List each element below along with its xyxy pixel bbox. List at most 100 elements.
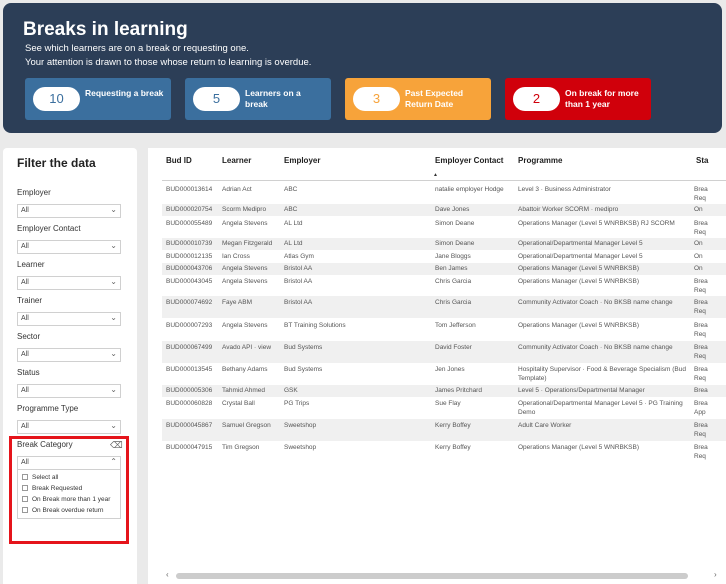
cell-learner: Angela Stevens bbox=[222, 278, 268, 285]
table-row[interactable]: BUD000043045 Angela Stevens Bristol AA C… bbox=[162, 275, 726, 295]
dropdown-value: All bbox=[21, 279, 29, 286]
table-row[interactable]: BUD000043706 Angela Stevens Bristol AA B… bbox=[162, 263, 726, 275]
table-row[interactable]: BUD000010739 Megan Fitzgerald AL Ltd Sim… bbox=[162, 238, 726, 250]
cell-status: Brea Req bbox=[694, 344, 708, 360]
header-banner: Breaks in learning See which learners ar… bbox=[3, 3, 722, 133]
kpi-value: 5 bbox=[193, 87, 240, 111]
filter-employer-contact-dropdown[interactable]: All ⌄ bbox=[17, 240, 121, 254]
filter-label-status: Status bbox=[17, 368, 40, 377]
cell-programme: Community Activator Coach · No BKSB name… bbox=[518, 344, 673, 351]
filter-panel-title: Filter the data bbox=[17, 156, 96, 170]
cell-learner: Faye ABM bbox=[222, 299, 252, 306]
cell-status: On bbox=[694, 206, 703, 213]
page-subtitle-attention: Your attention is drawn to those whose r… bbox=[25, 57, 312, 68]
sort-desc-icon: ▲ bbox=[433, 172, 438, 178]
cell-bud-id: BUD000045867 bbox=[166, 422, 213, 429]
cell-status: On bbox=[694, 253, 703, 260]
kpi-card-break-over-year[interactable]: 2 On break for more than 1 year bbox=[505, 78, 651, 120]
cell-programme: Operations Manager (Level 5 WNRBKSB) bbox=[518, 322, 640, 329]
cell-employer-contact: Tom Jefferson bbox=[435, 322, 476, 329]
dropdown-value: All bbox=[21, 207, 29, 214]
cell-bud-id: BUD000074692 bbox=[166, 299, 213, 306]
column-header-status[interactable]: Sta bbox=[696, 156, 708, 165]
cell-employer: Sweetshop bbox=[284, 422, 317, 429]
cell-employer-contact: David Foster bbox=[435, 344, 472, 351]
cell-learner: Angela Stevens bbox=[222, 322, 268, 329]
cell-status: On bbox=[694, 265, 703, 272]
table-row[interactable]: BUD000013545 Bethany Adams Bud Systems J… bbox=[162, 363, 726, 385]
cell-learner: Scorm Medipro bbox=[222, 206, 267, 213]
chevron-down-icon: ⌄ bbox=[110, 241, 117, 250]
page-subtitle: See which learners are on a break or req… bbox=[25, 43, 249, 54]
cell-bud-id: BUD000067499 bbox=[166, 344, 213, 351]
column-header-employer[interactable]: Employer bbox=[284, 156, 320, 165]
kpi-label: Past Expected Return Date bbox=[405, 88, 464, 109]
filter-trainer-dropdown[interactable]: All ⌄ bbox=[17, 312, 121, 326]
cell-status: Brea Req bbox=[694, 366, 708, 382]
table-row[interactable]: BUD000005306 Tahmid Ahmed GSK James Prit… bbox=[162, 385, 726, 397]
cell-bud-id: BUD000007293 bbox=[166, 322, 213, 329]
horizontal-scrollbar[interactable]: ‹ › bbox=[166, 570, 720, 579]
table-row[interactable]: BUD000055489 Angela Stevens AL Ltd Simon… bbox=[162, 217, 726, 237]
column-header-learner[interactable]: Learner bbox=[222, 156, 251, 165]
kpi-label: Requesting a break bbox=[85, 88, 164, 98]
cell-programme: Abattoir Worker SCORM · medipro bbox=[518, 206, 619, 213]
kpi-card-past-expected-return[interactable]: 3 Past Expected Return Date bbox=[345, 78, 491, 120]
table-row[interactable]: BUD000007293 Angela Stevens BT Training … bbox=[162, 319, 726, 341]
cell-status: Brea Req bbox=[694, 322, 708, 338]
cell-employer: GSK bbox=[284, 387, 298, 394]
cell-employer: Sweetshop bbox=[284, 444, 317, 451]
cell-employer: PG Trips bbox=[284, 400, 310, 407]
cell-employer: Atlas Gym bbox=[284, 253, 314, 260]
filter-status-dropdown[interactable]: All ⌄ bbox=[17, 384, 121, 398]
cell-status: Brea Req bbox=[694, 422, 708, 438]
dropdown-value: All bbox=[21, 387, 29, 394]
cell-employer-contact: Sue Flay bbox=[435, 400, 461, 407]
learners-table: Bud ID Learner Employer ▲ Employer Conta… bbox=[148, 148, 726, 584]
kpi-card-requesting-break[interactable]: 10 Requesting a break bbox=[25, 78, 171, 120]
kpi-value: 2 bbox=[513, 87, 560, 111]
cell-employer: AL Ltd bbox=[284, 220, 303, 227]
table-row[interactable]: BUD000020754 Scorm Medipro ABC Dave Jone… bbox=[162, 204, 726, 216]
cell-employer-contact: Chris Garcia bbox=[435, 278, 472, 285]
cell-employer: Bristol AA bbox=[284, 278, 313, 285]
scroll-left-icon[interactable]: ‹ bbox=[166, 570, 169, 579]
cell-learner: Bethany Adams bbox=[222, 366, 268, 373]
table-row[interactable]: BUD000012135 Ian Cross Atlas Gym Jane Bl… bbox=[162, 251, 726, 263]
column-header-bud-id[interactable]: Bud ID bbox=[166, 156, 192, 165]
cell-employer-contact: Kerry Boffey bbox=[435, 444, 471, 451]
cell-employer-contact: Jane Bloggs bbox=[435, 253, 471, 260]
cell-programme: Operations Manager (Level 5 WNRBKSB) bbox=[518, 265, 640, 272]
chevron-down-icon: ⌄ bbox=[110, 421, 117, 430]
table-row[interactable]: BUD000013614 Adrian Act ABC natalie empl… bbox=[162, 183, 726, 203]
cell-learner: Angela Stevens bbox=[222, 265, 268, 272]
column-header-programme[interactable]: Programme bbox=[518, 156, 562, 165]
filter-label-sector: Sector bbox=[17, 332, 41, 341]
cell-employer-contact: natalie employer Hodge bbox=[435, 186, 504, 193]
dropdown-value: All bbox=[21, 243, 29, 250]
cell-learner: Tim Gregson bbox=[222, 444, 260, 451]
filter-programme-type-dropdown[interactable]: All ⌄ bbox=[17, 420, 121, 434]
filter-employer-dropdown[interactable]: All ⌄ bbox=[17, 204, 121, 218]
cell-employer-contact: Jen Jones bbox=[435, 366, 465, 373]
highlight-box bbox=[9, 436, 129, 544]
cell-employer: Bud Systems bbox=[284, 366, 323, 373]
filter-learner-dropdown[interactable]: All ⌄ bbox=[17, 276, 121, 290]
kpi-card-learners-on-break[interactable]: 5 Learners on a break bbox=[185, 78, 331, 120]
scrollbar-thumb[interactable] bbox=[176, 573, 688, 579]
cell-bud-id: BUD000060828 bbox=[166, 400, 213, 407]
table-row[interactable]: BUD000074692 Faye ABM Bristol AA Chris G… bbox=[162, 296, 726, 318]
cell-bud-id: BUD000013614 bbox=[166, 186, 213, 193]
cell-employer-contact: Ben James bbox=[435, 265, 468, 272]
cell-programme: Level 3 · Business Administrator bbox=[518, 186, 611, 193]
table-row[interactable]: BUD000047915 Tim Gregson Sweetshop Kerry… bbox=[162, 441, 726, 463]
table-row[interactable]: BUD000060828 Crystal Ball PG Trips Sue F… bbox=[162, 397, 726, 419]
table-row[interactable]: BUD000067499 Avado API · view Bud System… bbox=[162, 341, 726, 363]
filter-sector-dropdown[interactable]: All ⌄ bbox=[17, 348, 121, 362]
cell-programme: Community Activator Coach · No BKSB name… bbox=[518, 299, 673, 306]
table-row[interactable]: BUD000045867 Samuel Gregson Sweetshop Ke… bbox=[162, 419, 726, 441]
cell-bud-id: BUD000005306 bbox=[166, 387, 213, 394]
cell-status: Brea App bbox=[694, 400, 708, 416]
column-header-employer-contact[interactable]: Employer Contact bbox=[435, 156, 503, 165]
scroll-right-icon[interactable]: › bbox=[714, 570, 717, 579]
